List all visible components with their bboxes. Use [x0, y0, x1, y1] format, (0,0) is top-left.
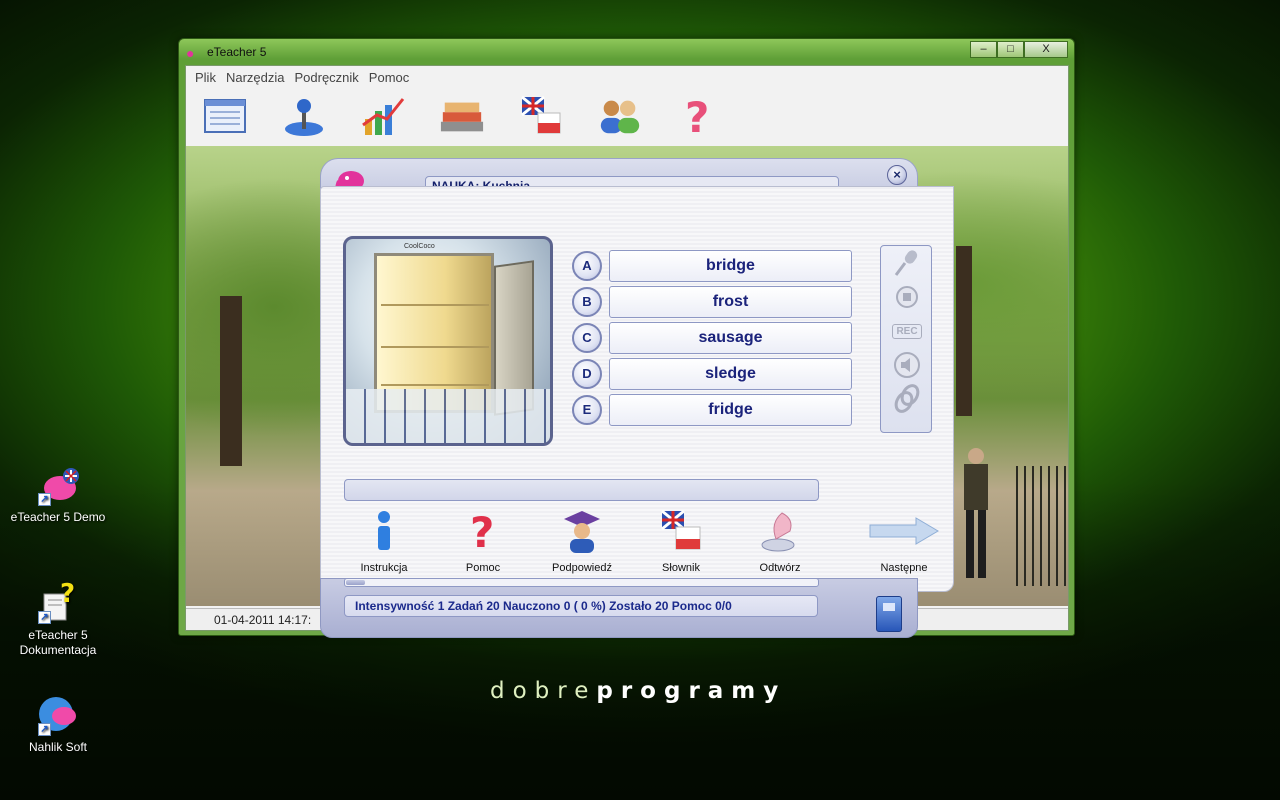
tiled-floor [346, 389, 550, 443]
walking-man-figure [964, 448, 988, 578]
chart-icon[interactable] [360, 93, 406, 139]
menu-podrecznik[interactable]: Podręcznik [289, 70, 363, 85]
answer-letter-button[interactable]: E [572, 395, 602, 425]
wallpaper-brand: dobreprogramy [490, 678, 787, 704]
nastepne-button[interactable]: Następne [866, 508, 942, 574]
slownik-button[interactable]: Słownik [643, 508, 719, 574]
status-datetime: 01-04-2011 14:17: [214, 613, 312, 627]
help-question-icon[interactable]: ? [676, 93, 722, 139]
microphone-icon[interactable] [881, 246, 933, 280]
app-elephant-icon: ● [186, 45, 195, 61]
progress-fill [346, 580, 365, 585]
info-icon [346, 508, 422, 554]
answer-row-d[interactable]: D sledge [572, 358, 852, 390]
speaker-icon[interactable] [881, 348, 933, 382]
desktop-icon-eteacher-demo[interactable]: ↗ eTeacher 5 Demo [3, 462, 113, 525]
desktop-icon-eteacher-docs[interactable]: ? ↗ eTeacher 5 Dokumentacja [3, 579, 113, 658]
shortcut-arrow-icon: ↗ [38, 493, 51, 506]
answer-letter-button[interactable]: D [572, 359, 602, 389]
park-fence [1016, 466, 1068, 586]
toolbar: ? [186, 88, 1068, 144]
graduate-icon [544, 508, 620, 554]
answer-option[interactable]: sausage [609, 322, 852, 354]
answer-row-b[interactable]: B frost [572, 286, 852, 318]
list-window-icon[interactable] [202, 93, 248, 139]
answer-row-c[interactable]: C sausage [572, 322, 852, 354]
learning-dialog: NAUKA: Kuchnia × CoolCoco A bridge B fro… [320, 158, 954, 638]
answer-option[interactable]: sledge [609, 358, 852, 390]
dialog-close-button[interactable]: × [887, 165, 907, 185]
maximize-button[interactable]: □ [997, 41, 1024, 58]
window-title: eTeacher 5 [207, 45, 267, 59]
answer-row-a[interactable]: A bridge [572, 250, 852, 282]
menu-bar: Plik Narzędzia Podręcznik Pomoc [186, 66, 1068, 88]
minimize-button[interactable]: – [970, 41, 997, 58]
svg-text:?: ? [470, 509, 494, 553]
users-icon[interactable] [597, 93, 643, 139]
pomoc-button[interactable]: ? Pomoc [445, 508, 521, 574]
answer-row-e[interactable]: E fridge [572, 394, 852, 426]
globe-elephant-icon: ↗ [36, 692, 80, 736]
hint-field [344, 479, 819, 501]
lesson-stats: Intensywność 1 Zadań 20 Nauczono 0 ( 0 %… [344, 595, 818, 617]
answer-letter-button[interactable]: A [572, 251, 602, 281]
help-document-icon: ? ↗ [36, 579, 80, 624]
shortcut-arrow-icon: ↗ [38, 611, 51, 624]
pink-elephant-icon: ↗ [36, 462, 80, 506]
answer-letter-button[interactable]: B [572, 287, 602, 317]
close-button[interactable]: X [1024, 41, 1068, 58]
podpowiedz-button[interactable]: Podpowiedź [544, 508, 620, 574]
question-icon: ? [445, 508, 521, 554]
exit-door-button[interactable] [876, 596, 902, 632]
stop-icon[interactable] [881, 280, 933, 314]
menu-pomoc[interactable]: Pomoc [364, 70, 414, 85]
answer-option[interactable]: frost [609, 286, 852, 318]
lesson-progress-bar [344, 578, 819, 587]
answer-option[interactable]: bridge [609, 250, 852, 282]
svg-text:?: ? [685, 94, 709, 138]
shortcut-arrow-icon: ↗ [38, 723, 51, 736]
dictionary-flag-icon [643, 508, 719, 554]
audio-control-panel: REC [880, 245, 932, 433]
instrukcja-button[interactable]: Instrukcja [346, 508, 422, 574]
arrow-right-icon [866, 508, 942, 554]
menu-narzedzia[interactable]: Narzędzia [221, 70, 290, 85]
answer-option[interactable]: fridge [609, 394, 852, 426]
joystick-icon[interactable] [281, 93, 327, 139]
gramophone-icon [742, 508, 818, 554]
menu-plik[interactable]: Plik [190, 70, 221, 85]
fridge-brand-label: CoolCoco [404, 243, 435, 250]
window-titlebar[interactable]: ● eTeacher 5 – □ X [179, 39, 1074, 65]
odtworz-button[interactable]: Odtwórz [742, 508, 818, 574]
link-icon[interactable] [881, 382, 933, 416]
books-icon[interactable] [439, 93, 485, 139]
answer-list: A bridge B frost C sausage D sledge E fr… [572, 250, 852, 430]
answer-letter-button[interactable]: C [572, 323, 602, 353]
question-picture: CoolCoco [343, 236, 553, 446]
dictionary-flag-icon[interactable] [518, 93, 564, 139]
svg-text:?: ? [60, 580, 75, 609]
desktop-icon-nahlik-soft[interactable]: ↗ Nahlik Soft [3, 692, 113, 755]
record-button[interactable]: REC [881, 314, 933, 348]
